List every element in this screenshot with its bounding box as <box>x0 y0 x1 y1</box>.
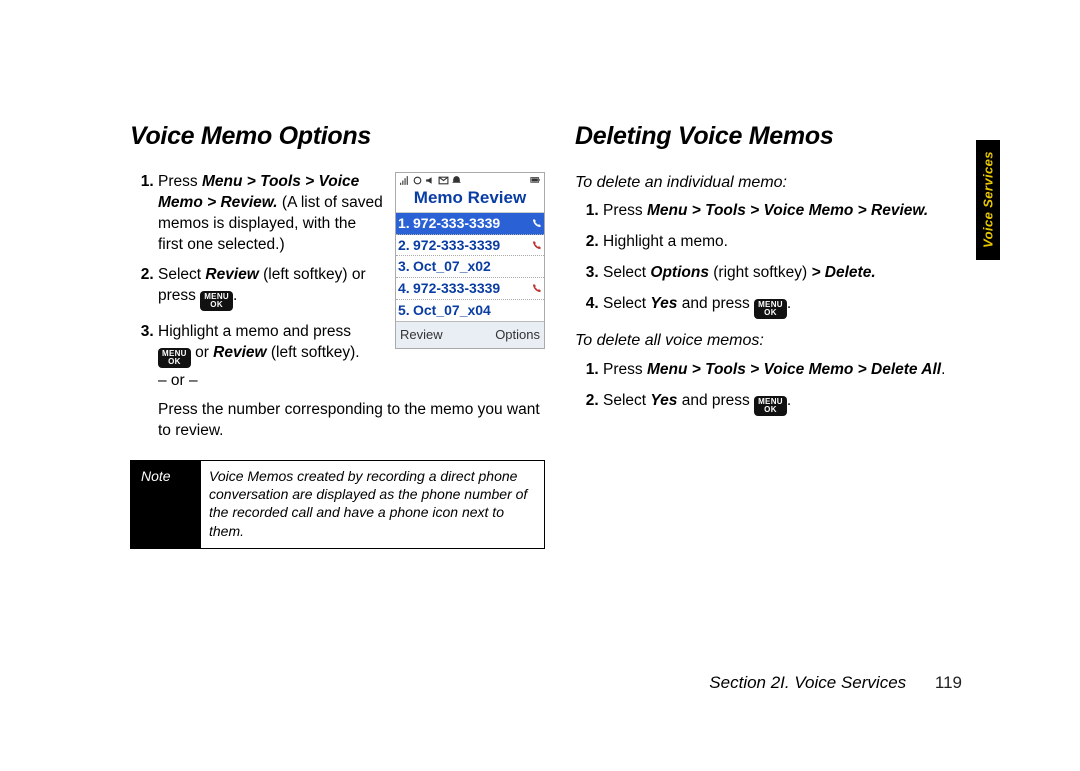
speaker-icon <box>425 175 436 186</box>
softkey-right: Options <box>495 326 540 344</box>
phone-icon <box>528 236 542 255</box>
menu-ok-key-icon: MENUOK <box>158 348 191 368</box>
softkey-name: Options <box>650 264 709 281</box>
phone-title: Memo Review <box>396 187 544 213</box>
row-num: 5. <box>398 301 413 320</box>
note-body: Voice Memos created by recording a direc… <box>201 461 544 548</box>
row-text: 972-333-3339 <box>413 236 528 255</box>
row-text: Oct_07_x02 <box>413 257 528 276</box>
section-label: Section 2I. Voice Services <box>709 673 906 692</box>
bell-icon <box>451 175 462 186</box>
row-num: 4. <box>398 279 413 298</box>
ind-step-1: Press Menu > Tools > Voice Memo > Review… <box>603 201 990 222</box>
delete-all-list: Press Menu > Tools > Voice Memo > Delete… <box>575 360 990 417</box>
text: Press <box>603 202 647 219</box>
text: Select <box>603 392 650 409</box>
or-divider: – or – <box>158 371 545 392</box>
phone-icon <box>528 279 542 298</box>
text: Press <box>603 361 647 378</box>
subhead-all: To delete all voice memos: <box>575 330 990 352</box>
all-step-2: Select Yes and press MENUOK. <box>603 391 990 417</box>
text: . <box>941 361 945 378</box>
text: (right softkey) <box>709 264 812 281</box>
text: and press <box>677 295 754 312</box>
signal-icon <box>399 175 410 186</box>
softkey-name: Review <box>213 344 266 361</box>
text: Select <box>603 295 650 312</box>
battery-icon <box>530 175 541 186</box>
menu-path: Menu > Tools > Voice Memo > Review. <box>647 202 928 219</box>
menu-path: > Delete. <box>811 264 875 281</box>
text: . <box>787 295 791 312</box>
right-column: Deleting Voice Memos To delete an indivi… <box>575 120 990 549</box>
phone-row-1: 1. 972-333-3339 <box>396 213 544 235</box>
row-num: 1. <box>398 214 413 233</box>
row-text: Oct_07_x04 <box>413 301 528 320</box>
note-box: Note Voice Memos created by recording a … <box>130 460 545 549</box>
phone-row-4: 4. 972-333-3339 <box>396 278 544 300</box>
text: Select <box>603 264 650 281</box>
text: . <box>233 287 237 304</box>
option-name: Yes <box>650 295 677 312</box>
text: or <box>191 344 213 361</box>
phone-status-bar <box>396 173 544 187</box>
text: (left softkey). <box>267 344 360 361</box>
menu-ok-key-icon: MENUOK <box>754 396 787 416</box>
text: Press <box>158 173 202 190</box>
or-press-text: Press the number corresponding to the me… <box>158 400 545 442</box>
page-footer: Section 2I. Voice Services 119 <box>709 673 962 693</box>
row-text: 972-333-3339 <box>413 214 528 233</box>
all-step-1: Press Menu > Tools > Voice Memo > Delete… <box>603 360 990 381</box>
softkey-name: Review <box>205 266 258 283</box>
phone-row-3: 3. Oct_07_x02 <box>396 256 544 278</box>
envelope-icon <box>438 175 449 186</box>
phone-row-5: 5. Oct_07_x04 <box>396 300 544 321</box>
ind-step-3: Select Options (right softkey) > Delete. <box>603 263 990 284</box>
row-text: 972-333-3339 <box>413 279 528 298</box>
ind-step-4: Select Yes and press MENUOK. <box>603 294 990 320</box>
phone-screenshot: Memo Review 1. 972-333-3339 2. 972-333-3… <box>395 172 545 349</box>
menu-ok-key-icon: MENUOK <box>200 291 233 311</box>
text: and press <box>677 392 754 409</box>
page-number: 119 <box>935 673 962 692</box>
option-name: Yes <box>650 392 677 409</box>
ind-step-2: Highlight a memo. <box>603 232 990 253</box>
deleting-voice-memos-heading: Deleting Voice Memos <box>575 120 990 154</box>
row-num: 3. <box>398 257 413 276</box>
phone-icon <box>528 214 542 233</box>
subhead-individual: To delete an individual memo: <box>575 172 990 194</box>
roam-icon <box>412 175 423 186</box>
side-tab: Voice Services <box>976 140 1000 260</box>
phone-row-2: 2. 972-333-3339 <box>396 235 544 257</box>
text: Highlight a memo and press <box>158 323 351 340</box>
phone-memo-list: 1. 972-333-3339 2. 972-333-3339 3. Oct_0… <box>396 213 544 321</box>
row-num: 2. <box>398 236 413 255</box>
voice-memo-options-heading: Voice Memo Options <box>130 120 545 154</box>
menu-path: Menu > Tools > Voice Memo > Delete All <box>647 361 941 378</box>
delete-individual-list: Press Menu > Tools > Voice Memo > Review… <box>575 201 990 320</box>
menu-ok-key-icon: MENUOK <box>754 299 787 319</box>
softkey-left: Review <box>400 326 443 344</box>
text: . <box>787 392 791 409</box>
phone-softkeys: Review Options <box>396 321 544 348</box>
text: Select <box>158 266 205 283</box>
left-column: Voice Memo Options Memo Review <box>130 120 545 549</box>
note-label: Note <box>131 461 201 548</box>
